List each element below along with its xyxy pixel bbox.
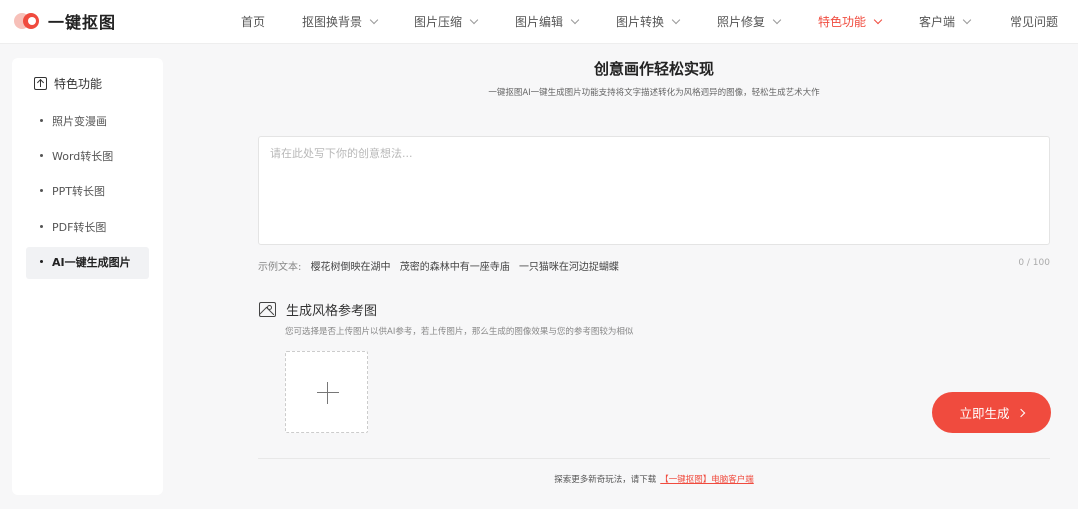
chevron-down-icon (369, 15, 379, 25)
style-reference-title: 生成风格参考图 (259, 300, 377, 319)
generate-button[interactable]: 立即生成 (932, 392, 1051, 433)
sidebar: 特色功能 照片变漫画 Word转长图 PPT转长图 PDF转长图 AI一键生成图… (12, 58, 163, 495)
nav-client[interactable]: 客户端 (919, 0, 972, 44)
nav-image-edit[interactable]: 图片编辑 (515, 0, 580, 44)
nav-faq[interactable]: 常见问题 (1010, 0, 1058, 44)
chevron-down-icon (962, 15, 972, 25)
page-subtitle: 一键抠图AI一键生成图片功能支持将文字描述转化为风格迥异的图像，轻松生成艺术大作 (488, 88, 820, 98)
divider (258, 458, 1050, 459)
nav-special-features[interactable]: 特色功能 (818, 0, 883, 44)
example-chip[interactable]: 茂密的森林中有一座寺庙 (400, 262, 510, 273)
sidebar-item-pdf-to-long-image[interactable]: PDF转长图 (26, 212, 149, 244)
brand-name: 一键抠图 (48, 13, 117, 32)
chevron-down-icon (570, 15, 580, 25)
sidebar-title: 特色功能 (34, 74, 102, 92)
page-title: 创意画作轻松实现 (593, 60, 714, 78)
example-label: 示例文本: (258, 262, 302, 273)
example-texts: 示例文本: 樱花树倒映在湖中 茂密的森林中有一座寺庙 一只猫咪在河边捉蝴蝶 (258, 258, 619, 273)
chevron-down-icon (873, 15, 883, 25)
style-reference-desc: 您可选择是否上传图片以供AI参考，若上传图片，那么生成的图像效果与您的参考图较为… (285, 327, 634, 337)
brand-logo[interactable]: 一键抠图 (14, 10, 116, 32)
sidebar-item-word-to-long-image[interactable]: Word转长图 (26, 141, 149, 173)
sidebar-item-ppt-to-long-image[interactable]: PPT转长图 (26, 176, 149, 208)
chevron-down-icon (469, 15, 479, 25)
nav-image-compress[interactable]: 图片压缩 (414, 0, 479, 44)
char-counter: 0 / 100 (1018, 258, 1050, 268)
prompt-input[interactable] (259, 137, 1049, 244)
example-chip[interactable]: 一只猫咪在河边捉蝴蝶 (519, 262, 619, 273)
nav-home[interactable]: 首页 (241, 0, 265, 44)
image-icon (259, 302, 276, 317)
client-download-link[interactable]: 【一键抠图】电脑客户端 (660, 475, 754, 485)
sidebar-item-ai-generate-image[interactable]: AI一键生成图片 (26, 247, 149, 279)
logo-icon (14, 12, 40, 30)
chevron-down-icon (772, 15, 782, 25)
prompt-box (258, 136, 1050, 245)
nav-photo-repair[interactable]: 照片修复 (717, 0, 782, 44)
nav-image-convert[interactable]: 图片转换 (616, 0, 681, 44)
upload-reference-image[interactable] (285, 351, 368, 433)
footer-download-hint: 探索更多新奇玩法，请下载 【一键抠图】电脑客户端 (554, 475, 754, 485)
top-navbar: 一键抠图 首页 抠图换背景 图片压缩 图片编辑 图片转换 照片修复 特色功能 客… (0, 0, 1078, 44)
chevron-right-icon (1016, 408, 1025, 417)
chevron-down-icon (671, 15, 681, 25)
sidebar-item-photo-to-comic[interactable]: 照片变漫画 (26, 106, 149, 138)
upload-box-icon (34, 76, 47, 90)
nav-cutout-background[interactable]: 抠图换背景 (302, 0, 379, 44)
example-chip[interactable]: 樱花树倒映在湖中 (311, 262, 391, 273)
